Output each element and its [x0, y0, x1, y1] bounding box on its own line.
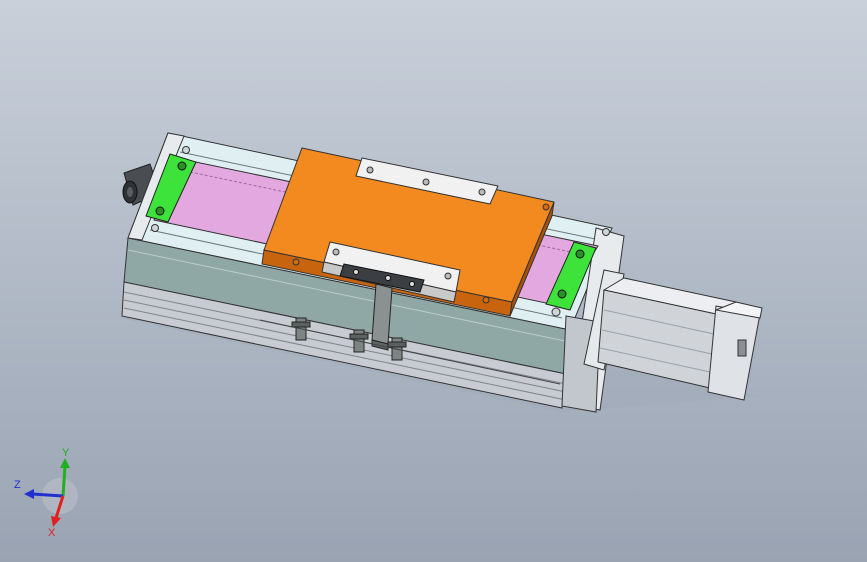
z-axis-arrow [31, 492, 64, 498]
z-axis-label: Z [14, 479, 21, 491]
motor-end-detail [737, 339, 747, 357]
x-axis-label: X [48, 527, 56, 538]
z-axis-head [24, 489, 34, 499]
y-axis-arrow [61, 465, 67, 497]
linear-module-model[interactable] [0, 0, 867, 562]
y-axis-head [60, 458, 70, 468]
y-axis-label: Y [62, 448, 70, 459]
x-axis-head [51, 516, 61, 527]
coordinate-triad: Y Z X [14, 448, 78, 538]
cad-viewport[interactable]: Y Z X [0, 0, 867, 562]
